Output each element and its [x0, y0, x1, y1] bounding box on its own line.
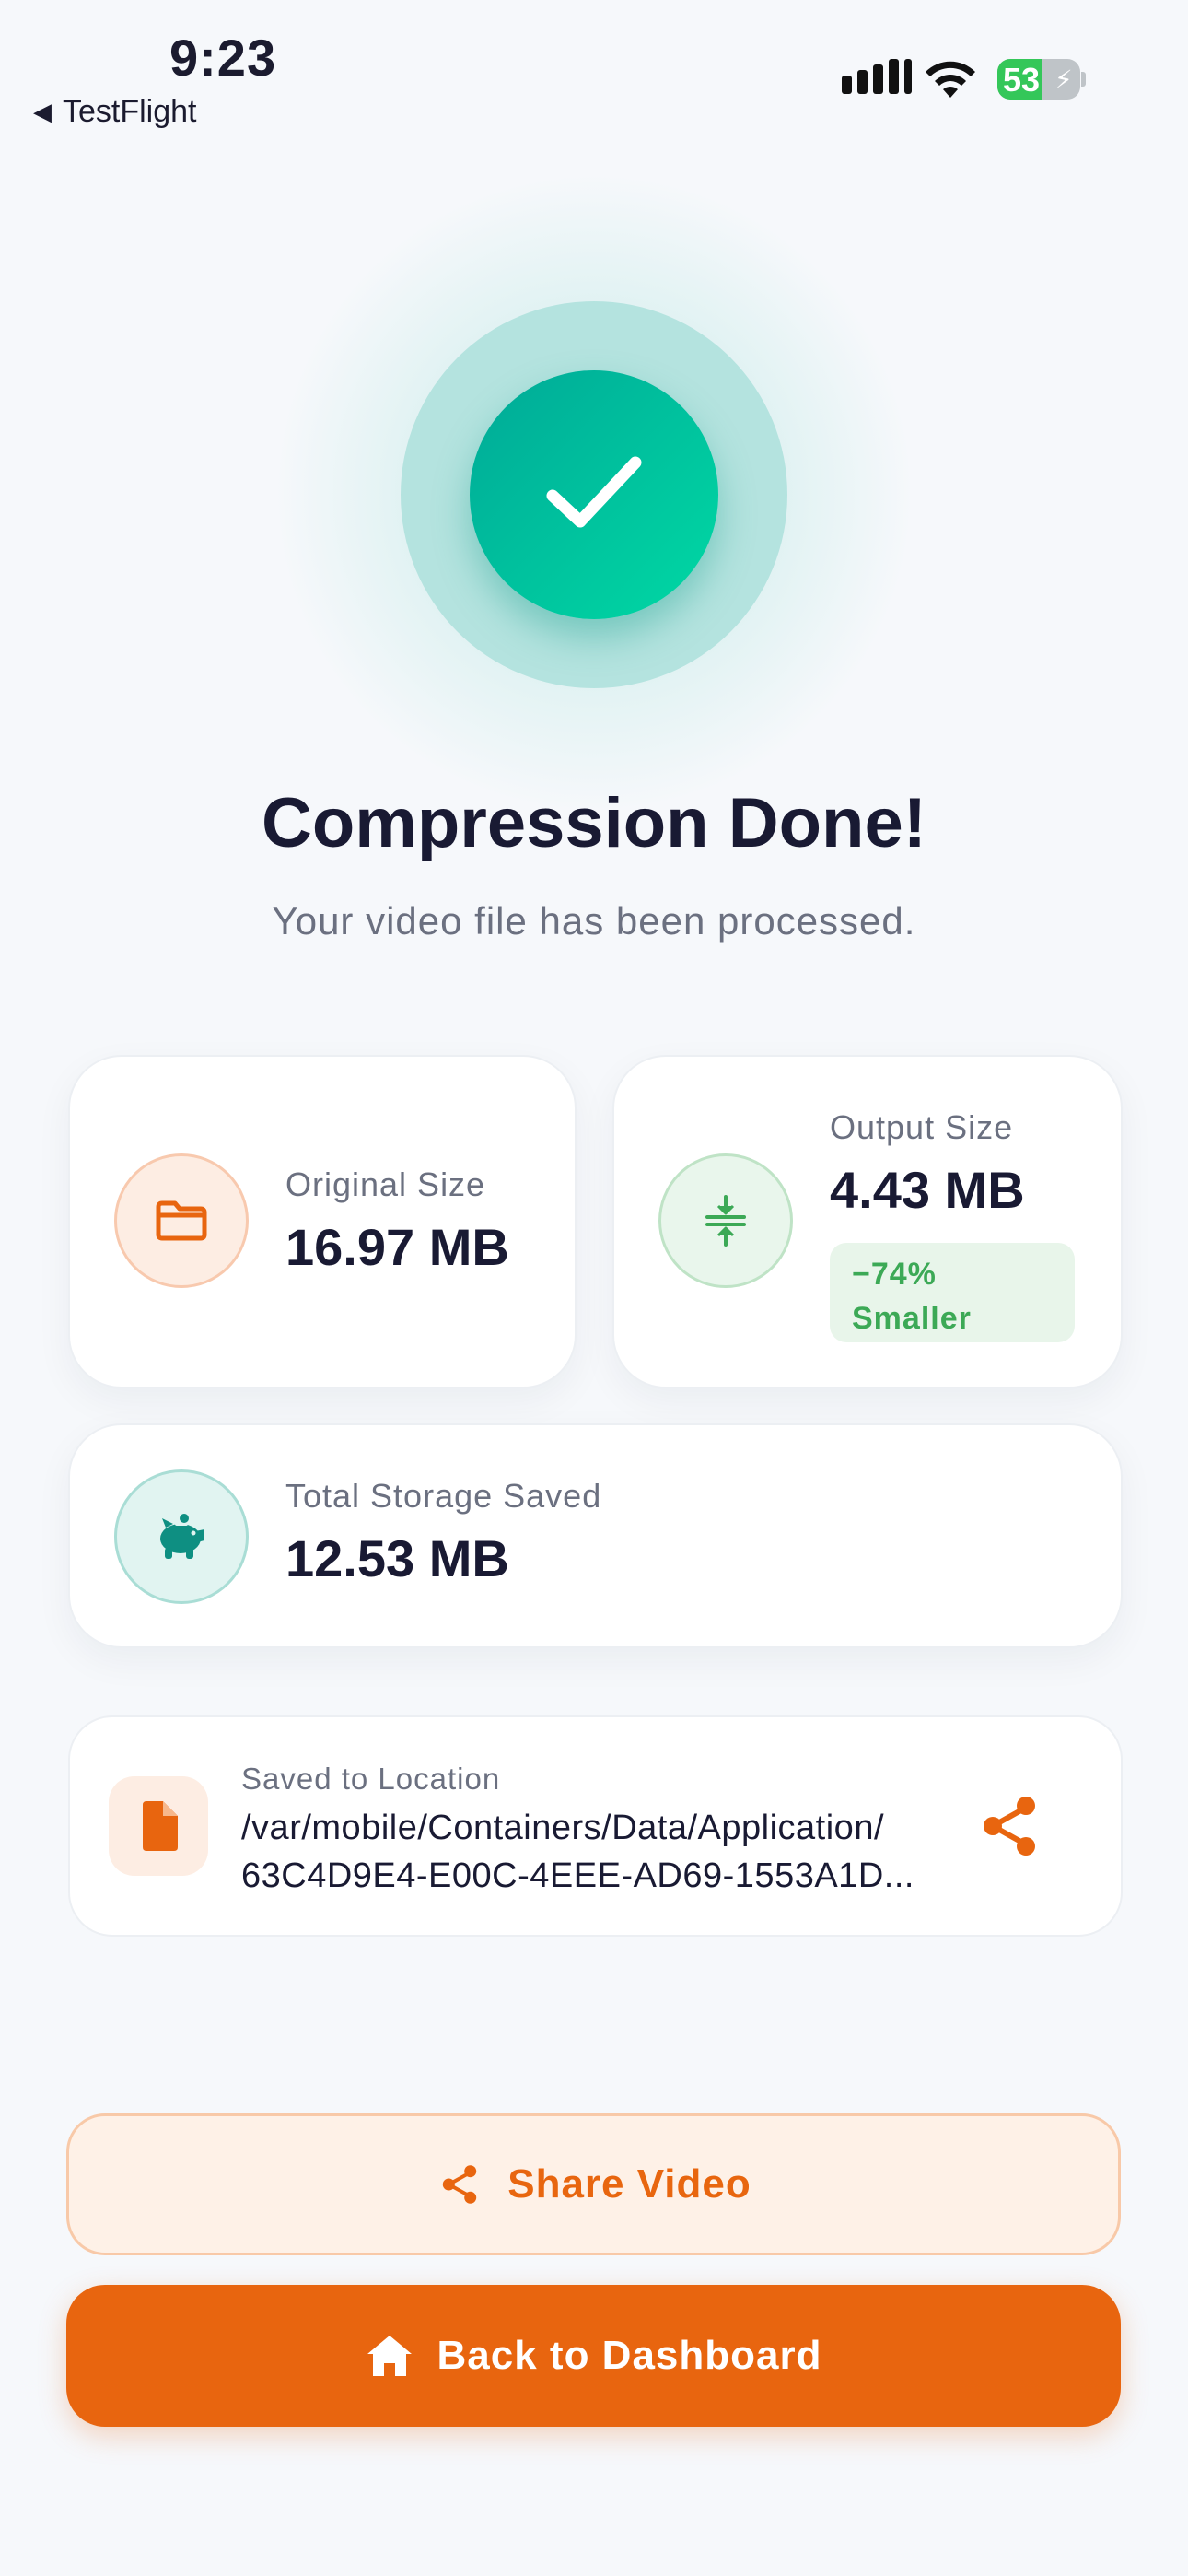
storage-saved-value: 12.53 MB [285, 1529, 509, 1587]
saved-location-card: Saved to Location /var/mobile/Containers… [68, 1715, 1123, 1937]
back-app-label: TestFlight [63, 94, 197, 129]
storage-saved-card: Total Storage Saved 12.53 MB [68, 1423, 1123, 1648]
back-triangle-icon: ◀ [33, 98, 52, 125]
piggy-bank-icon [114, 1469, 249, 1604]
location-label: Saved to Location [241, 1762, 501, 1796]
wifi-icon [926, 61, 975, 98]
reduction-percent: −74% [852, 1257, 937, 1292]
page-subtitle: Your video file has been processed. [272, 899, 916, 943]
share-video-label: Share Video [507, 2161, 751, 2207]
reduction-badge: −74% Smaller [830, 1243, 1075, 1342]
battery-icon: 53 ⚡ [997, 59, 1080, 100]
back-to-app-link[interactable]: ◀ TestFlight [33, 94, 197, 130]
output-size-value: 4.43 MB [830, 1161, 1025, 1219]
status-time: 9:23 [169, 29, 277, 87]
original-size-label: Original Size [285, 1165, 486, 1203]
compress-icon [658, 1153, 793, 1288]
home-icon [367, 2336, 412, 2376]
output-size-label: Output Size [830, 1108, 1014, 1146]
back-to-dashboard-button[interactable]: Back to Dashboard [66, 2285, 1121, 2427]
location-path-line2: 63C4D9E4-E00C-4EEE-AD69-1553A1D... [241, 1856, 914, 1895]
checkmark-icon [546, 456, 642, 528]
charging-bolt-icon: ⚡ [1054, 65, 1073, 94]
cellular-signal-icon [842, 59, 912, 94]
battery-percent: 53 [1003, 61, 1041, 99]
share-icon[interactable] [973, 1789, 1046, 1863]
location-path-line1: /var/mobile/Containers/Data/Application/ [241, 1809, 885, 1847]
share-video-button[interactable]: Share Video [66, 2113, 1121, 2255]
page-title: Compression Done! [261, 784, 927, 862]
folder-icon [114, 1153, 249, 1288]
storage-saved-label: Total Storage Saved [285, 1477, 602, 1515]
battery-cap [1081, 72, 1086, 87]
reduction-text: Smaller [852, 1301, 972, 1336]
original-size-value: 16.97 MB [285, 1218, 509, 1276]
location-path: /var/mobile/Containers/Data/Application/… [241, 1804, 978, 1900]
file-icon [109, 1776, 208, 1876]
original-size-card: Original Size 16.97 MB [68, 1055, 577, 1388]
share-icon [443, 2165, 477, 2204]
output-size-card: Output Size 4.43 MB −74% Smaller [612, 1055, 1123, 1388]
back-to-dashboard-label: Back to Dashboard [437, 2333, 822, 2378]
